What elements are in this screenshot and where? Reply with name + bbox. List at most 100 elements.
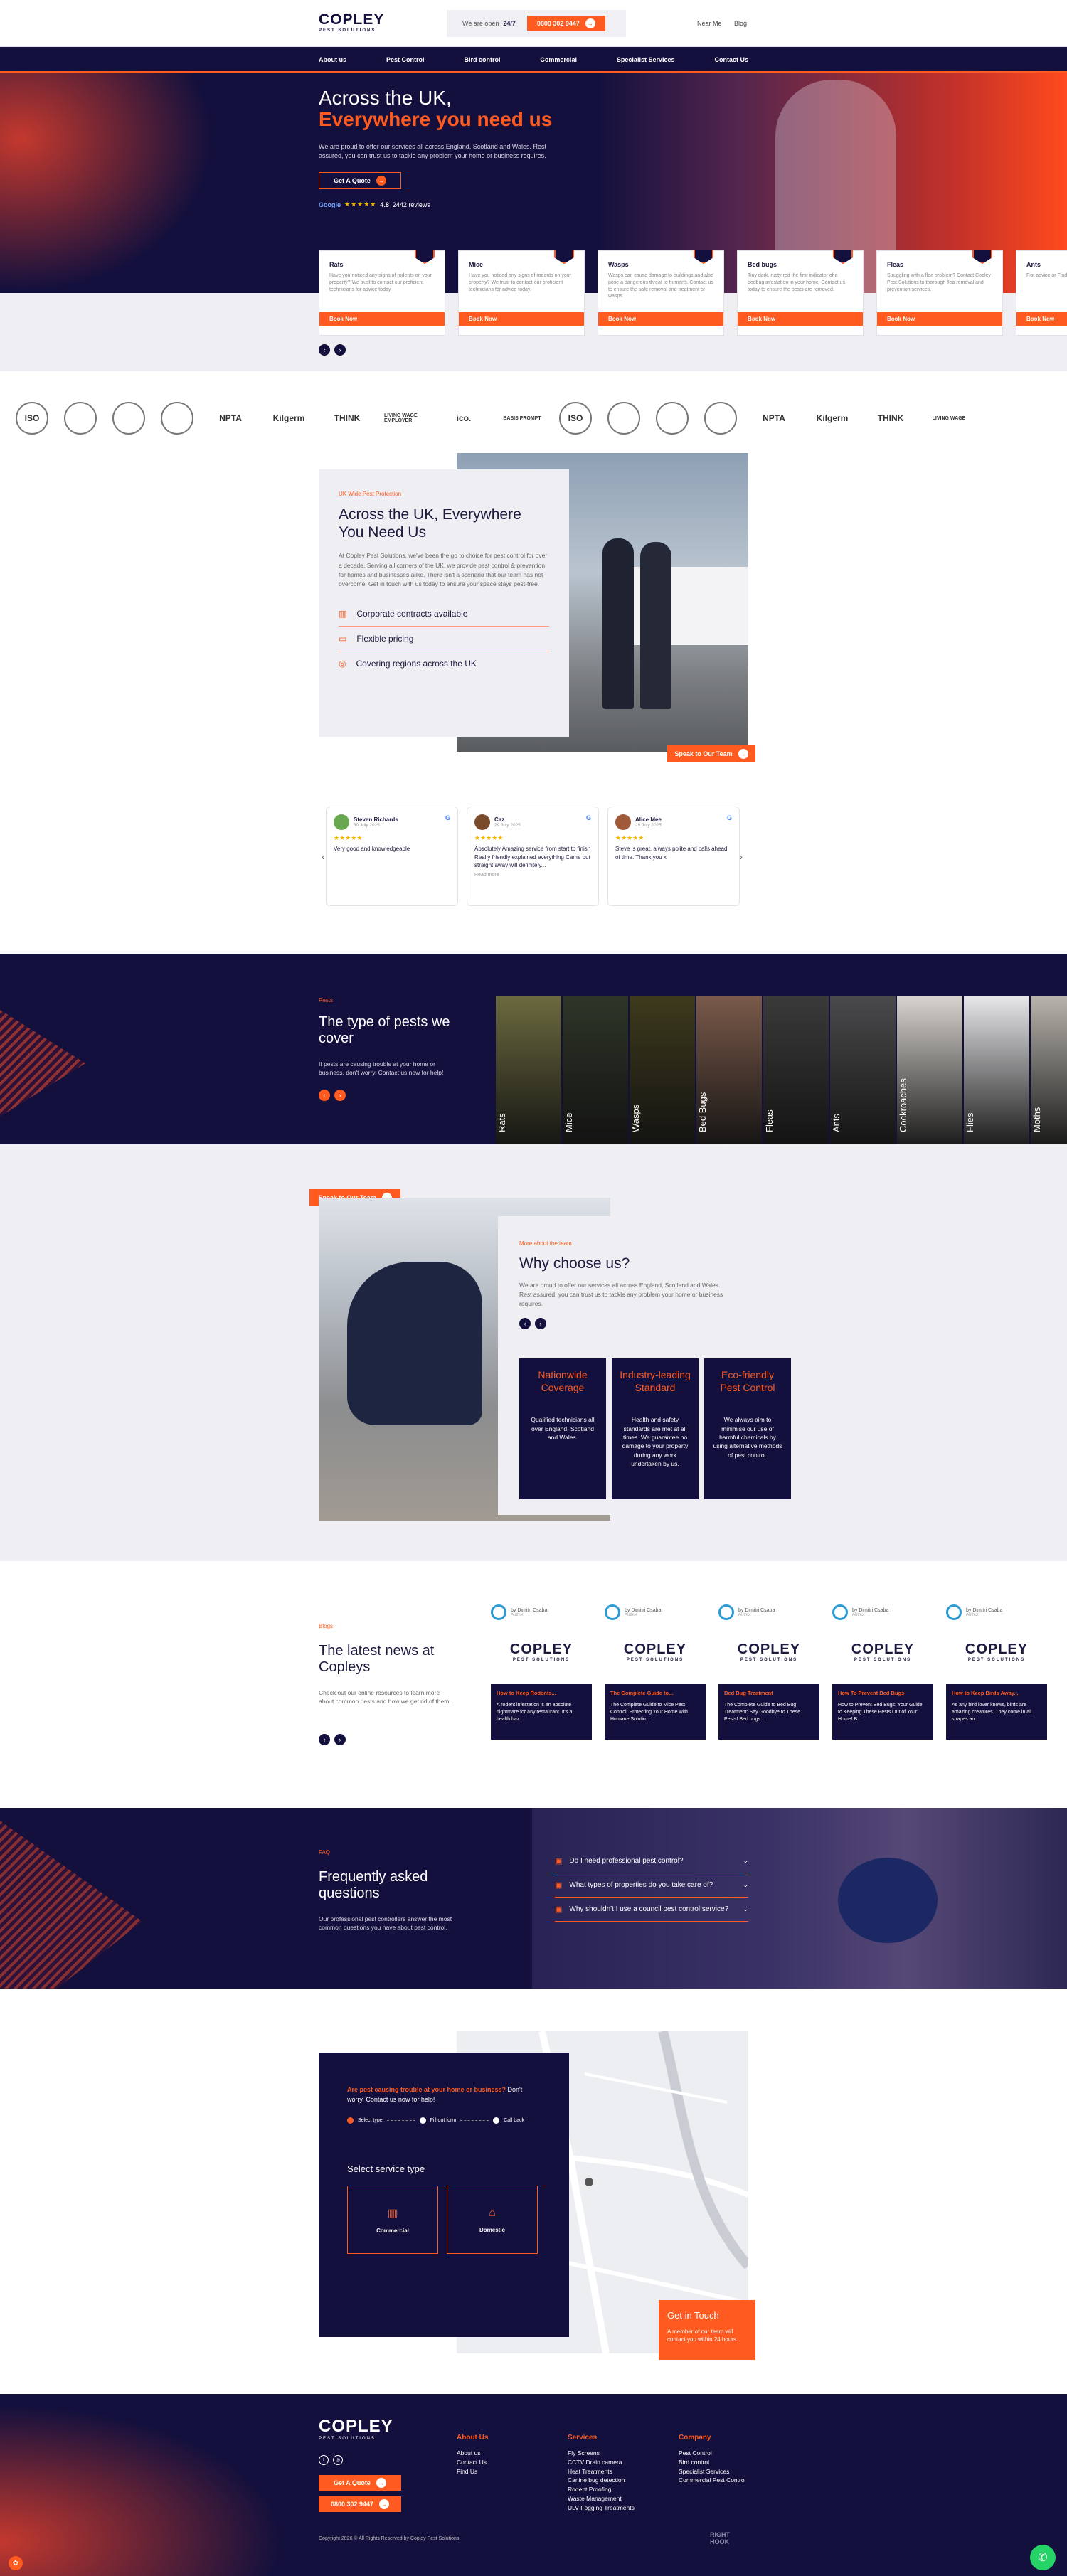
pest-card[interactable]: Ants Fist advice or Find your spac ants. B…: [1016, 250, 1067, 336]
footer-link[interactable]: Fly Screens: [568, 2449, 679, 2458]
faq-item[interactable]: ▣ What types of properties do you take ca…: [555, 1873, 748, 1898]
pest-strip[interactable]: Ants: [830, 996, 896, 1154]
footer-link[interactable]: Heat Treatments: [568, 2467, 679, 2476]
prev-arrow-icon[interactable]: ‹: [319, 1734, 330, 1745]
pest-card[interactable]: Wasps Wasps can cause damage to buildings…: [598, 250, 724, 336]
nav-specialist[interactable]: Specialist Services: [617, 56, 675, 63]
footer-link[interactable]: Pest Control: [679, 2449, 790, 2458]
facebook-icon[interactable]: f: [319, 2455, 329, 2465]
footer-link[interactable]: Specialist Services: [679, 2467, 790, 2476]
prev-arrow-icon[interactable]: ‹: [319, 1090, 330, 1101]
contact-lead: Are pest causing trouble at your home or…: [347, 2085, 541, 2104]
pest-card[interactable]: Fleas Struggling with a flea problem? Con…: [876, 250, 1003, 336]
next-arrow-icon[interactable]: ›: [334, 1090, 346, 1101]
whatsapp-icon[interactable]: ✆: [1030, 2545, 1056, 2570]
get-in-touch-box[interactable]: Get in Touch A member of our team will c…: [659, 2300, 755, 2360]
prev-arrow-icon[interactable]: ‹: [319, 344, 330, 356]
nav-commercial[interactable]: Commercial: [540, 56, 577, 63]
pest-strip[interactable]: Wasps: [630, 996, 695, 1154]
author-avatar: [946, 1604, 962, 1620]
near-me-link[interactable]: Near Me: [697, 20, 722, 27]
about-card: UK Wide Pest Protection Across the UK, E…: [319, 469, 569, 737]
pest-card[interactable]: Mice Have you noticed any signs of rodent…: [458, 250, 585, 336]
book-now-button[interactable]: Book Now: [459, 312, 584, 326]
blog-link[interactable]: Blog: [734, 20, 747, 27]
blog-card[interactable]: by Dimitri Csaba Author COPLEY PEST SOLUTIO…: [832, 1604, 933, 1772]
step-line: [386, 2120, 415, 2121]
contact-form-card: Are pest causing trouble at your home or…: [319, 2053, 569, 2337]
book-now-button[interactable]: Book Now: [319, 312, 445, 326]
book-now-button[interactable]: Book Now: [598, 312, 723, 326]
feature-label: Covering regions across the UK: [356, 659, 477, 669]
book-now-button[interactable]: Book Now: [1016, 312, 1067, 326]
faq-title: Frequently asked questions: [319, 1869, 428, 1901]
nav-contact[interactable]: Contact Us: [714, 56, 748, 63]
why-card-text: Qualified technicians all over England, …: [531, 1416, 595, 1441]
chevron-down-icon: ⌄: [743, 1857, 748, 1864]
next-arrow-icon[interactable]: ›: [535, 1318, 546, 1330]
pest-strip[interactable]: Flies: [964, 996, 1029, 1154]
pest-card-text: Struggling with a flea problem? Contact …: [887, 273, 991, 292]
cookie-icon[interactable]: ✿: [9, 2556, 23, 2570]
header-logo[interactable]: COPLEY PEST SOLUTIONS: [319, 11, 397, 36]
pest-strip[interactable]: Bed Bugs: [696, 996, 762, 1154]
option-commercial[interactable]: ▥ Commercial: [347, 2186, 438, 2254]
footer-link[interactable]: Commercial Pest Control: [679, 2476, 790, 2485]
open-hours: 24/7: [503, 20, 516, 27]
footer-link[interactable]: ULV Fogging Treatments: [568, 2503, 679, 2513]
hero-title-2: Everywhere you need us: [319, 108, 553, 130]
book-now-button[interactable]: Book Now: [738, 312, 863, 326]
pest-strip-label: Ants: [831, 1113, 842, 1132]
pest-strip[interactable]: Cockroaches: [897, 996, 962, 1154]
google-logo: Google: [319, 201, 341, 208]
footer-link[interactable]: About us: [457, 2449, 568, 2458]
prev-arrow-icon[interactable]: ‹: [519, 1318, 531, 1330]
pest-strip[interactable]: Moths: [1031, 996, 1067, 1154]
thumb-logo: COPLEY: [965, 1641, 1029, 1657]
speak-team-button[interactable]: Speak to Our Team →: [667, 745, 755, 762]
hero-quote-button[interactable]: Get A Quote →: [319, 172, 401, 189]
author-role: Author: [966, 1612, 979, 1617]
footer-link[interactable]: Waste Management: [568, 2494, 679, 2503]
instagram-icon[interactable]: ◎: [333, 2455, 343, 2465]
right-hook-credit[interactable]: RIGHT HOOK: [710, 2531, 745, 2546]
footer-link[interactable]: Bird control: [679, 2458, 790, 2467]
footer-link[interactable]: CCTV Drain camera: [568, 2458, 679, 2467]
service-options: ▥ Commercial ⌂ Domestic: [347, 2186, 541, 2254]
review-prev[interactable]: ‹: [322, 852, 324, 862]
faq-item[interactable]: ▣ Do I need professional pest control? ⌄: [555, 1849, 748, 1873]
blog-card[interactable]: by Dimitri Csaba Author COPLEY PEST SOLUTIO…: [718, 1604, 819, 1772]
footer-link[interactable]: Rodent Proofing: [568, 2485, 679, 2494]
next-arrow-icon[interactable]: ›: [334, 1734, 346, 1745]
faq-item[interactable]: ▣ Why shouldn't I use a council pest cont…: [555, 1898, 748, 1922]
author-role: Author: [511, 1612, 524, 1617]
footer-phone-button[interactable]: 0800 302 9447 →: [319, 2496, 401, 2512]
pest-card[interactable]: Rats Have you noticed any signs of rodent…: [319, 250, 445, 336]
nav-pest-control[interactable]: Pest Control: [386, 56, 425, 63]
reviewer-name: Alice Mee: [635, 816, 662, 823]
pest-strip[interactable]: Rats: [496, 996, 561, 1154]
footer-logo[interactable]: COPLEY PEST SOLUTIONS: [319, 2417, 393, 2441]
pests-text: If pests are causing trouble at your hom…: [319, 1060, 444, 1077]
nav-bird-control[interactable]: Bird control: [464, 56, 500, 63]
nav-about[interactable]: About us: [319, 56, 346, 63]
blog-title: Bed Bug Treatment: [724, 1690, 773, 1696]
review-text: Steve is great, always polite and calls …: [615, 846, 728, 861]
next-arrow-icon[interactable]: ›: [334, 344, 346, 356]
read-more-link[interactable]: Read more: [474, 873, 591, 878]
pest-strip[interactable]: Mice: [563, 996, 628, 1154]
blog-card[interactable]: by Dimitri Csaba Author COPLEY PEST SOLUTIO…: [491, 1604, 592, 1772]
footer-link[interactable]: Find Us: [457, 2467, 568, 2476]
footer-link[interactable]: Contact Us: [457, 2458, 568, 2467]
option-domestic[interactable]: ⌂ Domestic: [447, 2186, 538, 2254]
pest-card-title: Bed bugs: [748, 261, 777, 268]
footer-quote-button[interactable]: Get A Quote →: [319, 2475, 401, 2491]
footer-link[interactable]: Canine bug detection: [568, 2476, 679, 2485]
pest-card[interactable]: Bed bugs Tiny dark, rusty red the first i…: [737, 250, 864, 336]
blog-card[interactable]: by Dimitri Csaba Author COPLEY PEST SOLUTIO…: [946, 1604, 1047, 1772]
chevron-down-icon: ⌄: [743, 1905, 748, 1912]
book-now-button[interactable]: Book Now: [877, 312, 1002, 326]
pest-strip[interactable]: Fleas: [763, 996, 829, 1154]
header-phone-button[interactable]: 0800 302 9447 →: [526, 16, 605, 31]
blog-card[interactable]: by Dimitri Csaba Author COPLEY PEST SOLUTIO…: [605, 1604, 706, 1772]
